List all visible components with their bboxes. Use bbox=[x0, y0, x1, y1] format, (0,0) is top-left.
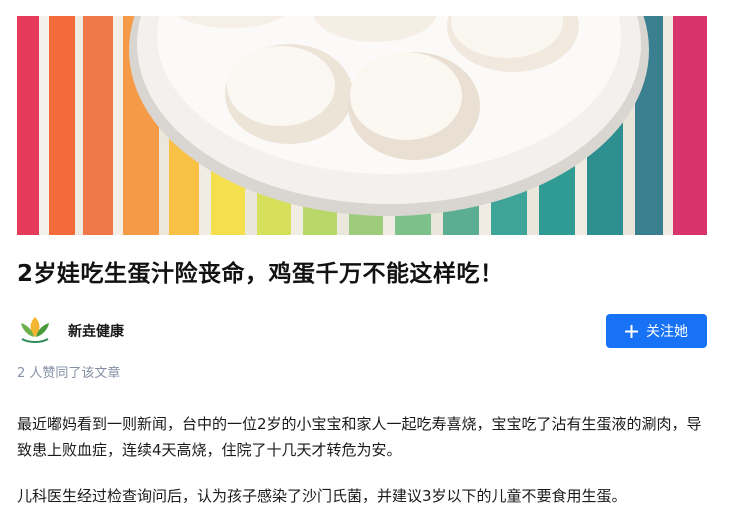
follow-label: 关注她 bbox=[646, 324, 688, 340]
article-title: 2岁娃吃生蛋汁险丧命，鸡蛋千万不能这样吃！ bbox=[17, 261, 504, 287]
paragraph: 最近嘟妈看到一则新闻，台中的一位2岁的小宝宝和家人一起吃寿喜烧，宝宝吃了沾有生蛋… bbox=[17, 415, 702, 459]
paragraph: 儿科医生经过检查询问后，认为孩子感染了沙门氏菌，并建议3岁以下的儿童不要食用生蛋… bbox=[17, 487, 627, 505]
author-name[interactable]: 新垚健康 bbox=[68, 321, 124, 341]
plus-icon bbox=[625, 324, 638, 338]
leaf-logo-icon[interactable] bbox=[17, 315, 53, 347]
likes-count[interactable]: 2 人赞同了该文章 bbox=[17, 362, 120, 381]
hero-image bbox=[17, 16, 707, 235]
follow-button[interactable]: 关注她 bbox=[606, 314, 707, 348]
author-row: 新垚健康 关注她 bbox=[17, 313, 707, 349]
